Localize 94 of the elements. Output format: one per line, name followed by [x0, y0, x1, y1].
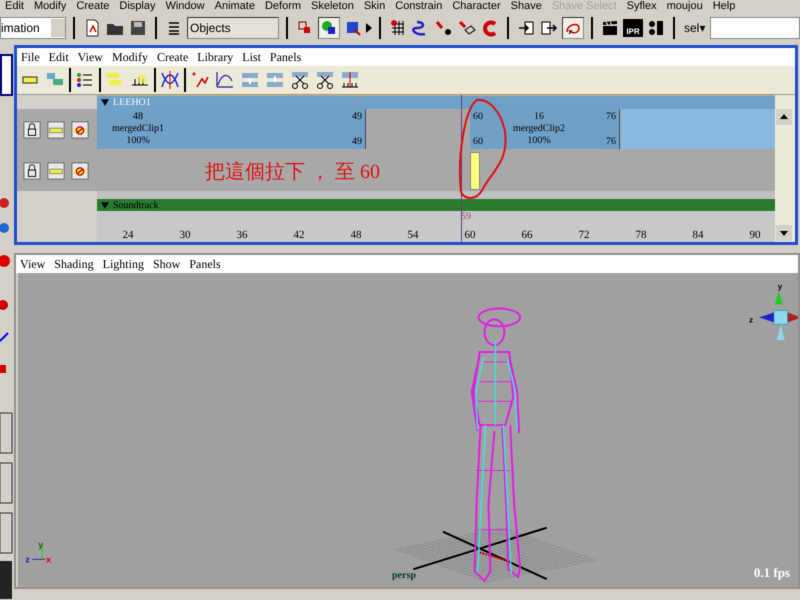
- scroll-up-icon[interactable]: [776, 109, 792, 125]
- command-input-field[interactable]: [710, 17, 800, 39]
- ruler-tick-label: 48: [350, 228, 362, 241]
- menu-item[interactable]: Display: [119, 0, 156, 13]
- clip-weight: 100%: [527, 135, 551, 147]
- menu-item[interactable]: Lighting: [102, 255, 144, 273]
- scrollbar[interactable]: [775, 95, 795, 242]
- character-name: LEEHO1: [113, 97, 151, 108]
- ruler-tick-label: 24: [122, 228, 134, 241]
- menu-item[interactable]: Constrain: [395, 0, 442, 13]
- clip-weight: 100%: [126, 135, 150, 147]
- ruler-tick-label: 42: [294, 228, 304, 241]
- menu-item[interactable]: Shave: [510, 0, 542, 13]
- clip-end-frame: 76: [606, 136, 616, 147]
- fps-readout: 0.1 fps: [754, 565, 790, 581]
- lock-icon[interactable]: [23, 162, 41, 180]
- menu-item[interactable]: Modify: [34, 0, 66, 13]
- time-ruler[interactable]: 24 30 36 42 48 54 60 66 72 78 84 90 59: [97, 211, 775, 242]
- soundtrack-header[interactable]: Soundtrack: [97, 199, 775, 211]
- scissors-icon[interactable]: [289, 69, 311, 91]
- mode-dropdown[interactable]: imation: [0, 17, 66, 39]
- collapse-triangle-icon[interactable]: [101, 202, 109, 208]
- ruler-tick-label: 90: [750, 228, 760, 241]
- menu-item[interactable]: moujou: [666, 0, 703, 13]
- animation-clip[interactable]: 48 mergedClip1 100% 49 49: [97, 109, 366, 149]
- clip-start-frame: 60: [473, 136, 483, 147]
- mute-track-icon[interactable]: [71, 162, 89, 180]
- selection-field[interactable]: Objects: [187, 17, 279, 39]
- menu-item[interactable]: View: [78, 48, 103, 66]
- axis-label: z: [25, 554, 30, 564]
- camera-label: persp: [392, 570, 416, 581]
- curve-graph-icon[interactable]: [159, 69, 181, 91]
- axis-label: y: [38, 540, 44, 550]
- ruler-tick-label: 54: [408, 228, 418, 241]
- solo-track-icon[interactable]: [47, 162, 65, 180]
- dragged-clip[interactable]: [470, 152, 480, 190]
- menu-item[interactable]: Create: [156, 48, 188, 66]
- menu-item[interactable]: Create: [76, 0, 110, 13]
- ruler-tick-label: 78: [636, 228, 646, 241]
- menu-item[interactable]: Skin: [364, 0, 386, 13]
- menu-item[interactable]: Panels: [270, 48, 302, 66]
- ruler-tick-label: 66: [522, 228, 532, 241]
- axis-label: x: [46, 554, 52, 564]
- clip-frame-count: 48: [133, 111, 144, 123]
- render-settings-icon[interactable]: [646, 18, 666, 38]
- menu-item[interactable]: List: [242, 48, 261, 66]
- menu-item[interactable]: Deform: [264, 0, 302, 13]
- menu-item[interactable]: Help: [712, 0, 736, 13]
- clip-end-frame: 49: [352, 111, 362, 122]
- menu-item[interactable]: Modify: [112, 48, 148, 66]
- menu-item[interactable]: View: [20, 255, 46, 273]
- clip-end-frame: 76: [606, 111, 616, 122]
- menu-item[interactable]: Character: [452, 0, 501, 13]
- clip-name: mergedClip1: [112, 123, 164, 135]
- solo-track-icon[interactable]: [47, 120, 65, 138]
- collapse-triangle-icon[interactable]: [101, 99, 109, 106]
- clip-name: mergedClip2: [513, 123, 566, 135]
- ruler-tick-label: 36: [236, 228, 248, 241]
- clapperboard-icon[interactable]: [600, 18, 620, 38]
- clip-frame-count: 16: [534, 111, 544, 123]
- ruler-tick-label: 30: [180, 228, 190, 241]
- menu-item[interactable]: Panels: [189, 255, 221, 273]
- lock-icon[interactable]: [23, 120, 41, 138]
- 3d-viewport[interactable]: y z y z x persp 0.1 fps: [18, 273, 798, 587]
- menu-item[interactable]: Animate: [214, 0, 255, 13]
- menu-item[interactable]: Edit: [5, 0, 24, 13]
- menu-item[interactable]: Shading: [54, 255, 94, 273]
- menu-item[interactable]: File: [21, 48, 40, 66]
- annotation-text: 把這個拉下 ， 至 60: [205, 160, 380, 185]
- object-select-icon[interactable]: [318, 17, 340, 39]
- ruler-tick-label: 84: [692, 228, 704, 241]
- lasso-icon[interactable]: [562, 17, 584, 39]
- animation-clip[interactable]: 60 60 16 mergedClip2 100% 76 76: [470, 109, 620, 149]
- scissors-icon[interactable]: [314, 69, 336, 91]
- menu-item[interactable]: Edit: [48, 48, 69, 66]
- ruler-tick-label: 72: [578, 228, 590, 241]
- axis-label: z: [749, 315, 754, 324]
- ruler-icon[interactable]: [339, 69, 361, 91]
- menu-item[interactable]: Show: [152, 255, 180, 273]
- menu-item[interactable]: Library: [197, 48, 234, 66]
- ipr-render-button[interactable]: IPR: [623, 19, 643, 37]
- scroll-down-icon[interactable]: [776, 225, 792, 241]
- clip-start-frame: 60: [473, 111, 483, 122]
- mute-track-icon[interactable]: [71, 120, 89, 138]
- point-snap-icon[interactable]: [434, 18, 454, 38]
- clip-end-frame: 49: [352, 136, 362, 147]
- menu-item[interactable]: Skeleton: [311, 0, 354, 13]
- menu-item[interactable]: Syflex: [626, 0, 657, 13]
- axis-label: y: [778, 282, 782, 291]
- ruler-tick-label: 60: [464, 228, 476, 241]
- menu-item[interactable]: Window: [165, 0, 205, 13]
- soundtrack-label: Soundtrack: [113, 200, 159, 210]
- expand-arrow-icon[interactable]: [366, 23, 372, 33]
- current-frame-label: 59: [461, 211, 471, 222]
